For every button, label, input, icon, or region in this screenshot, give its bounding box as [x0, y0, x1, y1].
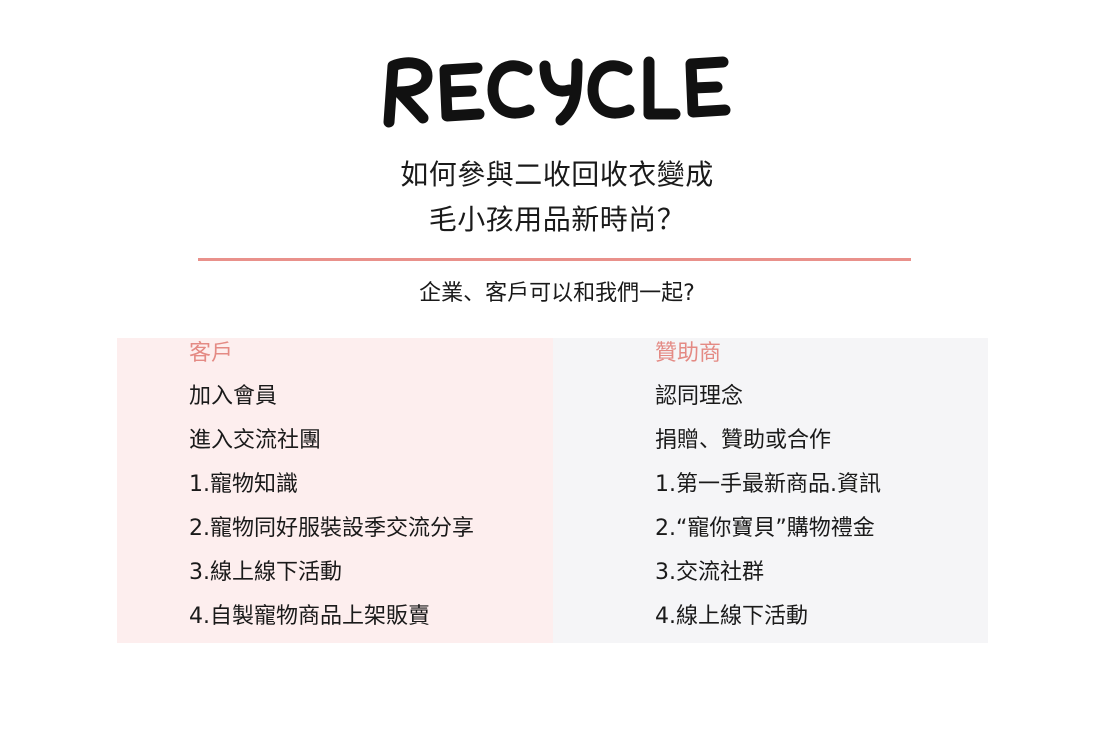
list-item: 認同理念: [655, 384, 744, 409]
recycle-logo-lettering: [383, 56, 731, 128]
title-divider: [198, 258, 911, 261]
list-item: 捐贈、贊助或合作: [655, 428, 832, 453]
page-title-line-1: 如何參與二收回收衣變成: [400, 158, 714, 191]
list-item: 4.線上線下活動: [655, 604, 808, 629]
customer-list: 加入會員 進入交流社團 1.寵物知識 2.寵物同好服裝設季交流分享 3.線上線下…: [189, 386, 474, 650]
page-title-line-2: 毛小孩用品新時尚？: [428, 203, 686, 236]
sponsor-list: 認同理念 捐贈、贊助或合作 1.第一手最新商品.資訊 2.“寵你寶貝”購物禮金 …: [655, 386, 881, 650]
list-item: 4.自製寵物商品上架販賣: [189, 604, 430, 629]
participation-question: 企業、客戶可以和我們一起?: [419, 281, 695, 306]
list-item: 2.“寵你寶貝”購物禮金: [655, 516, 875, 541]
list-item: 3.交流社群: [655, 560, 764, 585]
list-item: 1.寵物知識: [189, 472, 298, 497]
customer-panel: 客戶 加入會員 進入交流社團 1.寵物知識 2.寵物同好服裝設季交流分享 3.線…: [117, 338, 553, 643]
list-item: 3.線上線下活動: [189, 560, 342, 585]
sponsor-heading: 贊助商: [655, 341, 722, 366]
list-item: 1.第一手最新商品.資訊: [655, 472, 881, 497]
recycle-logo: [0, 46, 1114, 136]
list-item: 進入交流社團: [189, 428, 322, 453]
list-item: 加入會員: [189, 384, 278, 409]
customer-heading: 客戶: [189, 341, 234, 366]
list-item: 2.寵物同好服裝設季交流分享: [189, 516, 474, 541]
sponsor-panel: 贊助商 認同理念 捐贈、贊助或合作 1.第一手最新商品.資訊 2.“寵你寶貝”購…: [553, 338, 988, 643]
